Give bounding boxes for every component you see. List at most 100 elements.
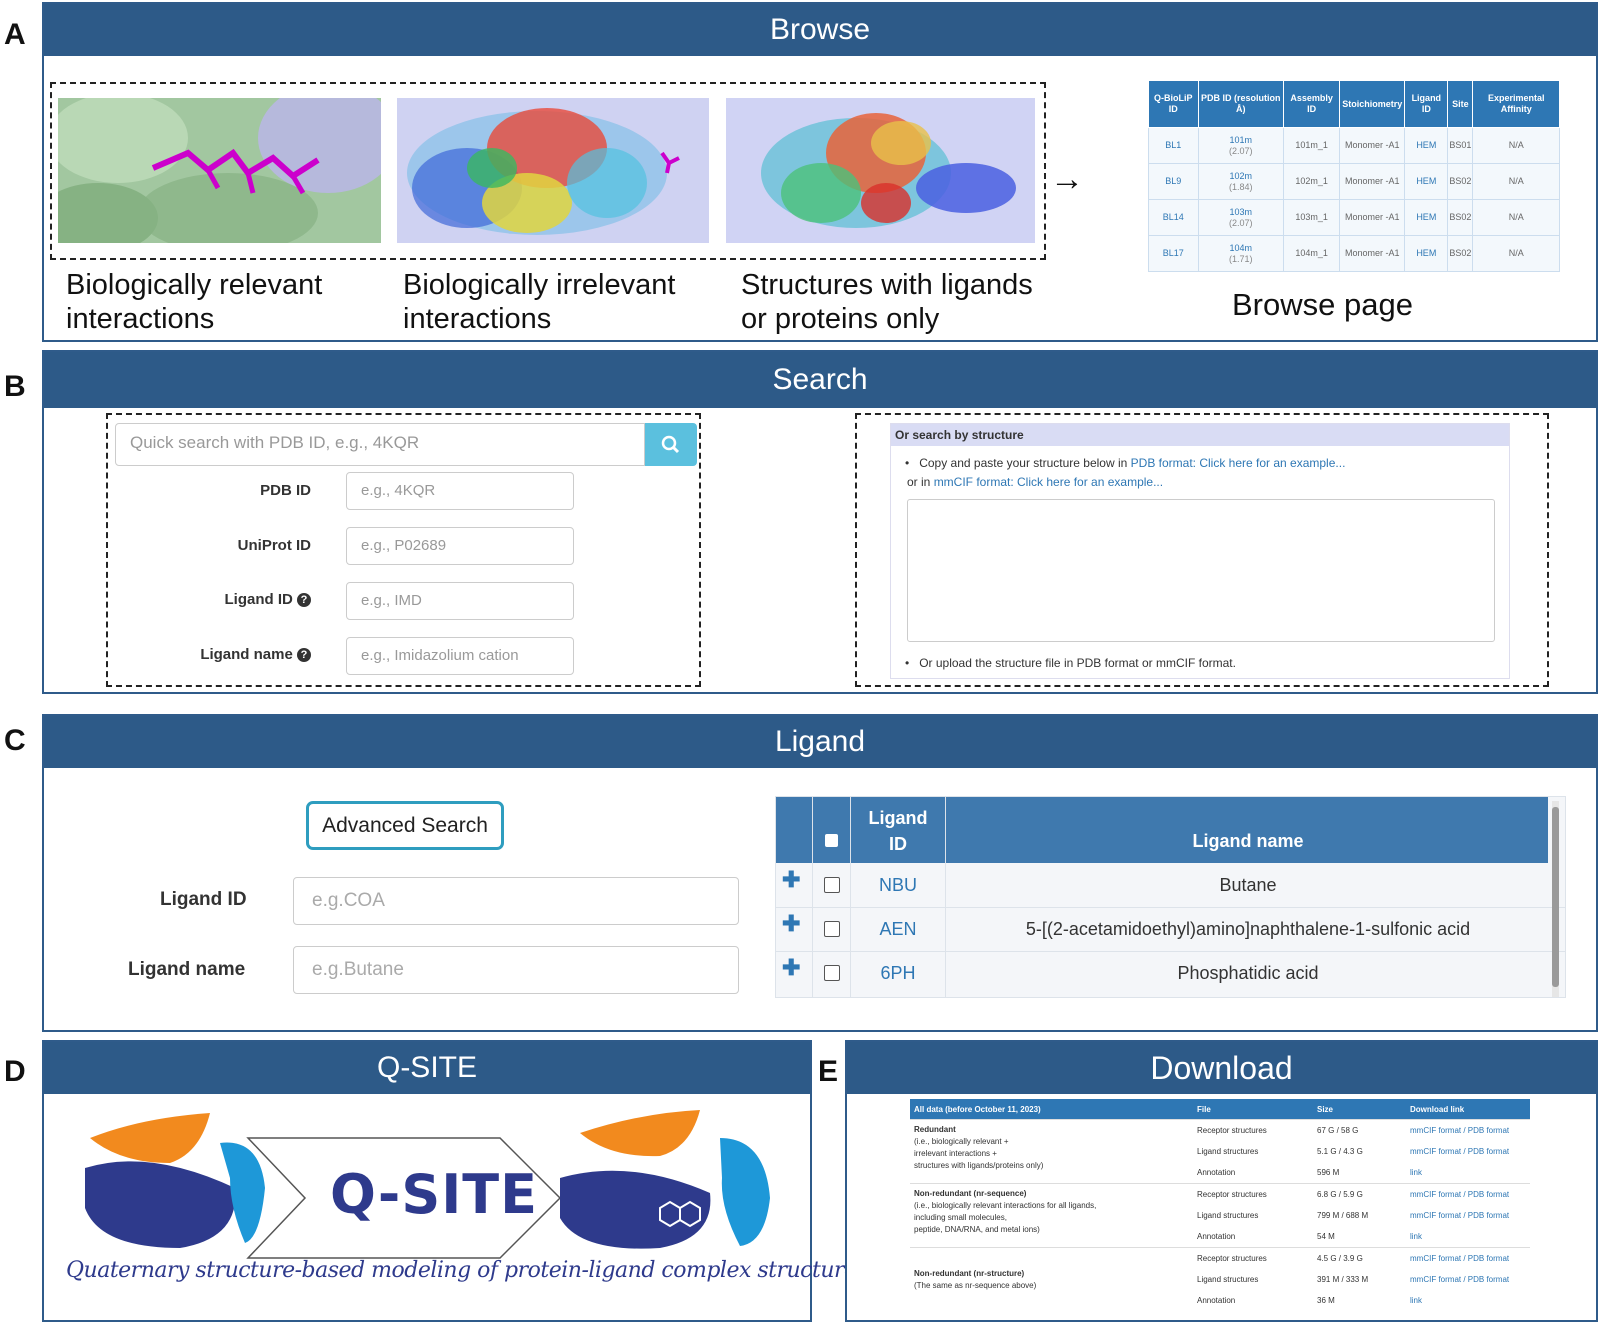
table-row: ✚ 6PH Phosphatidic acid [776, 951, 1565, 995]
resolution: (1.84) [1229, 181, 1253, 192]
file-name: Annotation [1197, 1232, 1236, 1241]
pdb-id-cell[interactable]: 104m (1.71) [1197, 235, 1285, 272]
pdb-id-input[interactable]: e.g., 4KQR [346, 472, 574, 510]
table-row: ✚ AEN 5-[(2-acetamidoethyl)amino]naphtha… [776, 907, 1565, 952]
qbiolip-id-link[interactable]: BL9 [1148, 163, 1199, 200]
col-size: Size [1313, 1099, 1406, 1120]
affinity: N/A [1472, 235, 1560, 272]
pdb-id-cell[interactable]: 102m (1.84) [1197, 163, 1285, 200]
download-link[interactable]: mmCIF format / PDB format [1406, 1269, 1530, 1290]
expand-icon[interactable]: ✚ [782, 867, 800, 893]
structure-textarea[interactable] [907, 499, 1495, 642]
table-row: Non-redundant (nr-sequence) (i.e., biolo… [910, 1183, 1530, 1248]
col-affinity[interactable]: Experimental Affinity [1472, 80, 1560, 128]
file-name: Receptor structures [1193, 1247, 1313, 1269]
download-link[interactable]: link [1406, 1162, 1530, 1184]
qsite-tagline: Quaternary structure-based modeling of p… [66, 1258, 857, 1283]
redundant-group: Redundant (i.e., biologically relevant +… [910, 1119, 1193, 1184]
col-ligand-id[interactable]: Ligand ID [1404, 80, 1449, 128]
file-name: Annotation [1197, 1296, 1236, 1305]
file-name: Receptor structures [1193, 1183, 1313, 1205]
assembly-id: 104m_1 [1283, 235, 1341, 272]
upload-instruction[interactable]: • Or upload the structure file in PDB fo… [905, 656, 1236, 670]
ligand-id-link[interactable]: HEM [1404, 199, 1449, 236]
ligand-id-filter-input[interactable]: e.g.COA [293, 877, 739, 925]
table-row: BL1 101m (2.07) 101m_1 Monomer -A1 HEM BS… [1148, 127, 1560, 164]
row-checkbox[interactable] [824, 921, 840, 937]
quick-search-input[interactable]: Quick search with PDB ID, e.g., 4KQR [115, 423, 645, 466]
pdb-id-cell[interactable]: 103m (2.07) [1197, 199, 1285, 236]
file-size: 5.1 G / 4.3 G [1317, 1147, 1363, 1156]
qbiolip-id-link[interactable]: BL17 [1148, 235, 1199, 272]
download-link[interactable]: mmCIF format / PDB format [1406, 1183, 1530, 1205]
col-qbiolip-id[interactable]: Q-BioLiP ID [1148, 80, 1199, 128]
relevant-interaction-image [58, 98, 381, 243]
expand-icon[interactable]: ✚ [782, 911, 800, 937]
download-link[interactable]: mmCIF format / PDB format [1406, 1205, 1530, 1226]
expand-icon[interactable]: ✚ [782, 955, 800, 981]
mmcif-instruction: or in mmCIF format: Click here for an ex… [907, 475, 1163, 489]
download-link[interactable]: mmCIF format / PDB format [1406, 1247, 1530, 1269]
ligand-id-filter-label: Ligand ID [160, 889, 247, 910]
irrelevant-caption: Biologically irrelevant interactions [403, 268, 675, 336]
irrelevant-caption-line2: interactions [403, 303, 552, 335]
arrow-icon: → [1050, 160, 1084, 198]
download-link[interactable]: mmCIF format / PDB format [1406, 1141, 1530, 1162]
pdb-id-link[interactable]: 102m [1200, 171, 1282, 182]
ligand-id-input[interactable]: e.g., IMD [346, 582, 574, 620]
download-link[interactable]: link [1406, 1290, 1530, 1311]
download-link[interactable]: mmCIF format / PDB format [1406, 1119, 1530, 1141]
ligand-id-link[interactable]: HEM [1404, 127, 1449, 164]
pdb-id-cell[interactable]: 101m (2.07) [1197, 127, 1285, 164]
ligand-id-link[interactable]: AEN [854, 919, 942, 940]
col-file: File [1193, 1099, 1313, 1120]
qbiolip-id-link[interactable]: BL1 [1148, 127, 1199, 164]
mmcif-example-link[interactable]: mmCIF format: Click here for an example.… [934, 475, 1163, 489]
group-desc: (The same as nr-sequence above) [914, 1280, 1037, 1290]
row-checkbox[interactable] [824, 877, 840, 893]
panel-letter-b: B [4, 370, 26, 403]
col-stoichiometry[interactable]: Stoichiometry [1339, 80, 1406, 128]
ligand-id-link[interactable]: NBU [854, 875, 942, 896]
ligand-name-column-header[interactable]: Ligand name [948, 831, 1548, 852]
stoichiometry: Monomer -A1 [1339, 127, 1406, 164]
help-icon[interactable]: ? [297, 593, 311, 607]
ligand-id-label: Ligand ID ? [131, 591, 311, 608]
pdb-id-link[interactable]: 104m [1200, 243, 1282, 254]
table-row: Redundant (i.e., biologically relevant +… [910, 1119, 1530, 1184]
pdb-id-link[interactable]: 103m [1200, 207, 1282, 218]
ligand-id-link[interactable]: HEM [1404, 235, 1449, 272]
ligand-name-filter-input[interactable]: e.g.Butane [293, 946, 739, 994]
scrollbar-track[interactable] [1552, 801, 1559, 997]
group-desc: (i.e., biologically relevant interaction… [914, 1201, 1097, 1210]
search-panel-title: Search [44, 352, 1596, 408]
browse-panel-title: Browse [44, 4, 1596, 56]
col-all-data: All data (before October 11, 2023) [910, 1099, 1193, 1120]
file-name: Annotation [1197, 1168, 1236, 1177]
col-site[interactable]: Site [1447, 80, 1474, 128]
uniprot-id-input[interactable]: e.g., P02689 [346, 527, 574, 565]
advanced-search-button[interactable]: Advanced Search [306, 801, 504, 850]
file-size: 4.5 G / 3.9 G [1313, 1247, 1406, 1269]
ligand-name-input[interactable]: e.g., Imidazolium cation [346, 637, 574, 675]
search-button[interactable] [645, 423, 697, 466]
pdb-example-link[interactable]: PDB format: Click here for an example... [1131, 456, 1346, 470]
panel-letter-e: E [818, 1055, 839, 1088]
ligand-id-link[interactable]: 6PH [854, 963, 942, 984]
structure-search-header: Or search by structure [891, 424, 1509, 446]
col-assembly-id[interactable]: Assembly ID [1283, 80, 1341, 128]
file-name: Ligand structures [1197, 1275, 1259, 1284]
download-link[interactable]: link [1406, 1226, 1530, 1248]
resolution: (2.07) [1229, 217, 1253, 228]
col-pdb-id[interactable]: PDB ID (resolution Å) [1197, 80, 1285, 128]
ligand-id-link[interactable]: HEM [1404, 163, 1449, 200]
row-checkbox[interactable] [824, 965, 840, 981]
affinity: N/A [1472, 163, 1560, 200]
ligand-id-column-header[interactable]: Ligand ID [854, 805, 942, 857]
qbiolip-id-link[interactable]: BL14 [1148, 199, 1199, 236]
select-all-checkbox[interactable] [825, 834, 838, 847]
affinity: N/A [1472, 199, 1560, 236]
help-icon[interactable]: ? [297, 648, 311, 662]
scrollbar-thumb[interactable] [1552, 807, 1559, 987]
pdb-id-link[interactable]: 101m [1200, 135, 1282, 146]
